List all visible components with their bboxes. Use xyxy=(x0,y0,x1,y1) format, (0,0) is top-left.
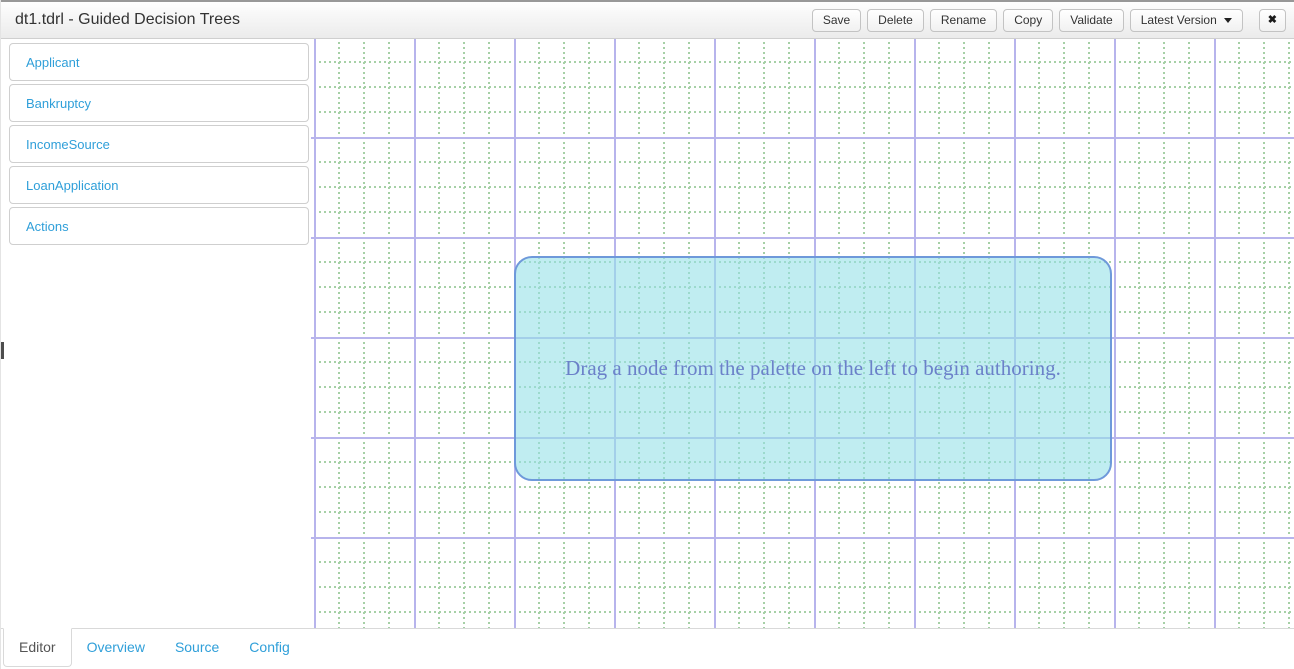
palette-item-incomesource[interactable]: IncomeSource xyxy=(9,125,309,163)
editor-header: dt1.tdrl - Guided Decision Trees Save De… xyxy=(1,0,1294,39)
validate-button[interactable]: Validate xyxy=(1059,9,1123,32)
caret-down-icon xyxy=(1224,18,1232,23)
node-palette: Applicant Bankruptcy IncomeSource LoanAp… xyxy=(1,39,311,628)
placeholder-drop-message: Drag a node from the palette on the left… xyxy=(565,356,1061,381)
editor-tabbar: Editor Overview Source Config xyxy=(1,628,1294,669)
palette-item-loanapplication[interactable]: LoanApplication xyxy=(9,166,309,204)
delete-button[interactable]: Delete xyxy=(867,9,924,32)
version-dropdown-label: Latest Version xyxy=(1141,14,1217,27)
tab-overview[interactable]: Overview xyxy=(72,629,160,666)
version-dropdown-button[interactable]: Latest Version xyxy=(1130,9,1243,32)
tab-source[interactable]: Source xyxy=(160,629,234,666)
guided-decision-trees-editor: dt1.tdrl - Guided Decision Trees Save De… xyxy=(0,0,1294,669)
rename-button[interactable]: Rename xyxy=(930,9,997,32)
page-title: dt1.tdrl - Guided Decision Trees xyxy=(15,11,240,29)
save-button[interactable]: Save xyxy=(812,9,861,32)
palette-item-applicant[interactable]: Applicant xyxy=(9,43,309,81)
tab-config[interactable]: Config xyxy=(234,629,304,666)
copy-button[interactable]: Copy xyxy=(1003,9,1053,32)
toolbar: Save Delete Rename Copy Validate Latest … xyxy=(812,9,1286,32)
panel-splitter-handle[interactable] xyxy=(1,342,4,359)
palette-item-bankruptcy[interactable]: Bankruptcy xyxy=(9,84,309,122)
close-icon: ✖ xyxy=(1268,14,1277,26)
tab-editor[interactable]: Editor xyxy=(3,628,72,667)
editor-main: Applicant Bankruptcy IncomeSource LoanAp… xyxy=(1,39,1294,628)
close-button[interactable]: ✖ xyxy=(1259,9,1286,32)
placeholder-drop-node: Drag a node from the palette on the left… xyxy=(514,256,1112,481)
decision-tree-canvas[interactable]: Drag a node from the palette on the left… xyxy=(311,39,1294,628)
palette-item-actions[interactable]: Actions xyxy=(9,207,309,245)
